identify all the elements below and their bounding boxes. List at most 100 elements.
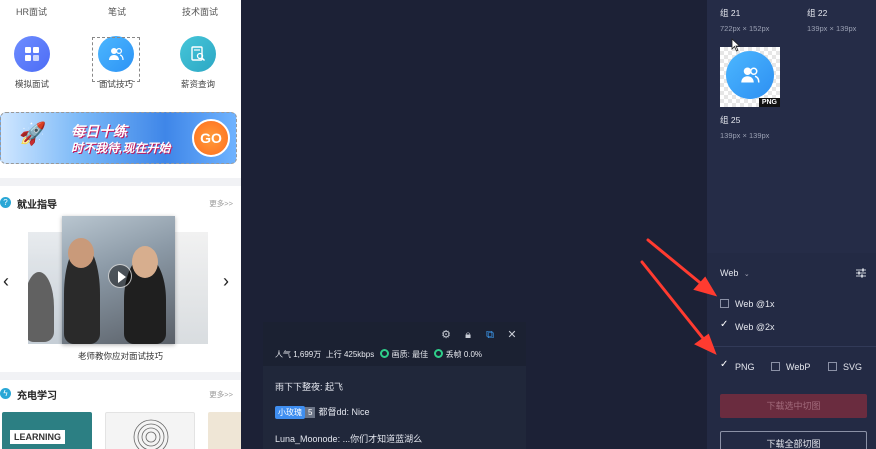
cursor-icon: [731, 38, 741, 52]
download-all-button[interactable]: 下载全部切图: [720, 431, 867, 449]
live-stream-chat: ⚙ 🔒︎ ⧉ ✕ 人气 1,699万 上行 425kbps 画质: 最佳 丢帧 …: [263, 322, 526, 449]
document-search-icon: [180, 36, 216, 72]
diagram-thumbnail[interactable]: [208, 412, 241, 449]
annotation-arrow: [640, 260, 708, 344]
chat-user: 都督dd: [318, 407, 347, 417]
close-icon[interactable]: ✕: [505, 328, 519, 342]
carousel-current-slide[interactable]: [62, 216, 175, 344]
option-label: Web @2x: [735, 322, 775, 332]
people-icon: [726, 51, 774, 99]
upload-label: 上行: [325, 350, 342, 359]
chat-user: 雨下下整夜: [275, 382, 321, 392]
more-link[interactable]: 更多>>: [209, 389, 233, 400]
chat-message: 小玫瑰 5 都督dd: Nice: [275, 405, 370, 419]
quality-status-icon: [380, 349, 390, 358]
scale-2x-option[interactable]: Web @2x: [720, 319, 775, 332]
chevron-down-icon: ⌄: [743, 271, 750, 278]
stream-stats: 人气 1,699万 上行 425kbps 画质: 最佳 丢帧 0.0%: [275, 349, 482, 360]
asset-name[interactable]: 组 25: [720, 114, 740, 126]
chevron-left-icon[interactable]: ‹: [3, 271, 9, 292]
icon-label: 薪资查询: [180, 79, 215, 89]
popularity-value: 1,699万: [293, 350, 322, 359]
asset-name[interactable]: 组 21: [720, 7, 740, 19]
learning-thumbnail[interactable]: LEARNING: [2, 412, 92, 449]
gear-icon[interactable]: ⚙: [439, 328, 453, 342]
section-divider: [0, 372, 241, 380]
carousel-next-slide[interactable]: [174, 232, 208, 344]
export-panel: 组 21 722px × 152px 组 22 139px × 139px PN…: [707, 0, 876, 449]
chevron-right-icon[interactable]: ›: [223, 271, 229, 292]
sliders-icon[interactable]: [856, 268, 866, 278]
checkbox-unchecked[interactable]: [720, 299, 729, 308]
export-settings: [707, 253, 876, 449]
popularity-label: 人气: [275, 350, 291, 359]
tab-tech-interview[interactable]: 技术面试: [182, 5, 218, 18]
fingerprint-thumbnail[interactable]: [105, 412, 195, 449]
salary-query-entry[interactable]: 薪资查询: [168, 28, 228, 90]
format-tag: PNG: [758, 98, 780, 107]
mock-interview-entry[interactable]: 模拟面试: [2, 28, 62, 90]
chat-user: Luna_Moonode: [275, 434, 338, 444]
daily-practice-banner[interactable]: 🚀 每日十练 时不我待,现在开始 GO: [0, 112, 237, 164]
section-divider: [0, 178, 241, 186]
top-tab-labels: HR面试 笔试 技术面试: [0, 0, 241, 22]
stream-toolbar: ⚙ 🔒︎ ⧉ ✕ 人气 1,699万 上行 425kbps 画质: 最佳 丢帧 …: [263, 322, 526, 366]
selection-outline: [92, 37, 140, 82]
go-button[interactable]: GO: [192, 119, 230, 157]
bolt-icon: ϟ: [0, 388, 11, 399]
chat-message: 雨下下整夜: 起飞: [275, 382, 344, 392]
quality-label: 画质: 最佳: [391, 350, 429, 359]
video-caption: 老师教你应对面试技巧: [77, 351, 163, 361]
asset-thumbnail[interactable]: PNG: [720, 47, 780, 107]
checkbox-unchecked[interactable]: [828, 362, 837, 371]
asset-size: 139px × 139px: [807, 24, 857, 33]
play-icon[interactable]: [108, 264, 132, 288]
banner-subtitle: 时不我待,现在开始: [71, 141, 171, 155]
download-selected-button[interactable]: 下载选中切图: [720, 394, 867, 418]
option-label: SVG: [843, 362, 863, 372]
video-carousel[interactable]: ‹ › 老师教你应对面试技巧: [0, 216, 241, 366]
chat-text: Nice: [351, 407, 370, 417]
platform-select-value: Web: [720, 268, 739, 278]
section-title: 就业指导: [17, 200, 57, 211]
thumbnail-label: LEARNING: [10, 430, 65, 444]
drop-status-icon: [434, 349, 444, 358]
checkbox-unchecked[interactable]: [771, 362, 780, 371]
career-guidance-header: ? 就业指导 更多>>: [0, 193, 241, 213]
chat-text: ...你们才知道蓝湖么: [342, 434, 423, 444]
option-label: PNG: [735, 362, 755, 372]
format-svg-option[interactable]: SVG: [828, 362, 862, 372]
asset-name[interactable]: 组 22: [807, 7, 827, 19]
platform-select[interactable]: Web ⌄: [720, 268, 750, 278]
tab-hr-interview[interactable]: HR面试: [16, 5, 47, 18]
question-icon: ?: [0, 197, 11, 208]
banner-title: 每日十练: [71, 123, 127, 139]
scale-1x-option[interactable]: Web @1x: [720, 299, 775, 309]
study-thumbnails: LEARNING: [0, 412, 241, 449]
option-label: WebP: [786, 362, 811, 372]
upload-value: 425kbps: [343, 350, 375, 359]
fan-level: 5: [305, 407, 316, 418]
grid-icon: [14, 36, 50, 72]
asset-size: 722px × 152px: [720, 24, 770, 33]
fan-badge: 小玫瑰: [275, 406, 305, 419]
chat-text: 起飞: [325, 382, 344, 392]
lock-icon[interactable]: 🔒︎: [461, 328, 475, 342]
format-webp-option[interactable]: WebP: [771, 362, 810, 372]
icon-label: 模拟面试: [14, 79, 49, 89]
rocket-icon: 🚀: [19, 121, 47, 146]
phone-mockup: HR面试 笔试 技术面试 模拟面试 面试技巧 薪资查询 🚀 每日十练 时不我待,…: [0, 0, 241, 449]
share-icon[interactable]: ⧉: [483, 328, 497, 342]
checkbox-checked[interactable]: [720, 359, 729, 371]
study-header: ϟ 充电学习 更多>>: [0, 384, 241, 404]
more-link[interactable]: 更多>>: [209, 198, 233, 209]
tab-written-test[interactable]: 笔试: [108, 5, 126, 18]
asset-size: 139px × 139px: [720, 131, 770, 140]
drop-label: 丢帧 0.0%: [445, 350, 483, 359]
annotation-arrow: [646, 238, 706, 288]
format-png-option[interactable]: PNG: [720, 359, 755, 372]
checkbox-checked[interactable]: [720, 319, 729, 331]
section-title: 充电学习: [17, 391, 57, 402]
chat-message: Luna_Moonode: ...你们才知道蓝湖么: [275, 434, 423, 444]
divider: [707, 346, 876, 347]
